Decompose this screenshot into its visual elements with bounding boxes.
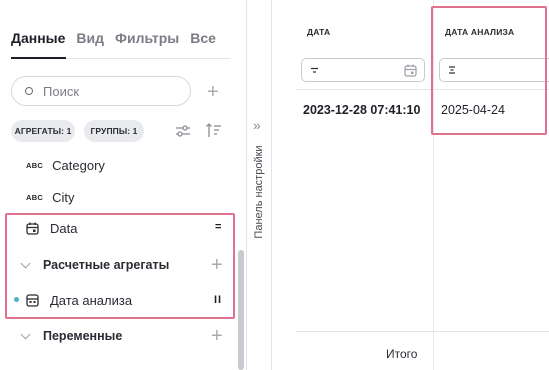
search-box — [11, 76, 191, 106]
field-analysis-date[interactable]: Дата анализа — [26, 290, 132, 310]
aggregates-chip[interactable]: АГРЕГАТЫ: 1 — [11, 120, 75, 142]
totals-divider — [296, 331, 549, 332]
tab-data[interactable]: Данные — [11, 30, 65, 46]
table-cell-date[interactable]: 2023-12-28 07:41:10 — [303, 103, 420, 117]
add-aggregate-plus-icon[interactable]: + — [211, 255, 223, 275]
group-label: Переменные — [43, 329, 123, 343]
calendar-icon[interactable] — [404, 64, 417, 77]
group-label: Расчетные агрегаты — [43, 258, 170, 272]
panel-tabs: Данные Вид Фильтры Все — [11, 30, 216, 46]
field-label: Category — [52, 157, 105, 173]
add-field-plus-icon[interactable]: + — [207, 82, 219, 102]
sort-icon[interactable] — [206, 123, 222, 138]
string-type-icon: ABC — [26, 192, 44, 202]
sort-icon — [311, 67, 318, 73]
sigma-icon — [449, 66, 455, 74]
field-label: Data — [50, 220, 78, 236]
field-label: City — [52, 189, 75, 205]
calculator-icon — [26, 293, 39, 307]
chevron-down-icon — [20, 329, 31, 339]
collapsed-panel-label: Панель настройки — [253, 145, 265, 239]
column-header-analysis-date[interactable]: ДАТА АНАЛИЗА — [445, 27, 514, 37]
group-variables[interactable]: Переменные — [20, 326, 123, 346]
analysis-date-filter-input[interactable] — [439, 58, 549, 82]
search-icon — [25, 87, 33, 95]
header-row-divider — [296, 89, 549, 90]
panel-scrollbar-thumb[interactable] — [238, 250, 244, 370]
column-divider — [433, 0, 434, 370]
chevron-down-icon — [20, 258, 31, 268]
status-dot-icon — [14, 297, 19, 302]
group-computed-aggregates[interactable]: Расчетные агрегаты — [20, 255, 170, 275]
drag-handle-icon[interactable]: = — [215, 221, 222, 233]
add-variable-plus-icon[interactable]: + — [211, 326, 223, 346]
pause-icon[interactable]: II — [214, 294, 222, 306]
table-cell-analysis-date[interactable]: 2025-04-24 — [441, 103, 505, 117]
groups-chip[interactable]: ГРУППЫ: 1 — [84, 120, 144, 142]
tab-filters[interactable]: Фильтры — [115, 30, 179, 46]
field-category[interactable]: ABC Category — [26, 155, 105, 175]
settings-panel: Данные Вид Фильтры Все + АГРЕГАТЫ: 1 ГРУ… — [0, 0, 244, 370]
column-header-date[interactable]: ДАТА — [307, 27, 330, 37]
tab-view[interactable]: Вид — [76, 30, 104, 46]
totals-label: Итого — [386, 347, 418, 361]
active-tab-indicator — [11, 57, 66, 59]
expand-arrow-icon[interactable]: » — [253, 117, 261, 133]
field-data[interactable]: Data — [26, 218, 77, 238]
date-filter-input[interactable] — [301, 58, 425, 82]
string-type-icon: ABC — [26, 160, 44, 170]
calendar-icon — [26, 222, 39, 235]
field-city[interactable]: ABC City — [26, 187, 75, 207]
tab-all[interactable]: Все — [190, 30, 216, 46]
field-label: Дата анализа — [50, 292, 133, 308]
search-input[interactable] — [43, 83, 173, 99]
settings-sliders-icon[interactable] — [175, 124, 191, 138]
